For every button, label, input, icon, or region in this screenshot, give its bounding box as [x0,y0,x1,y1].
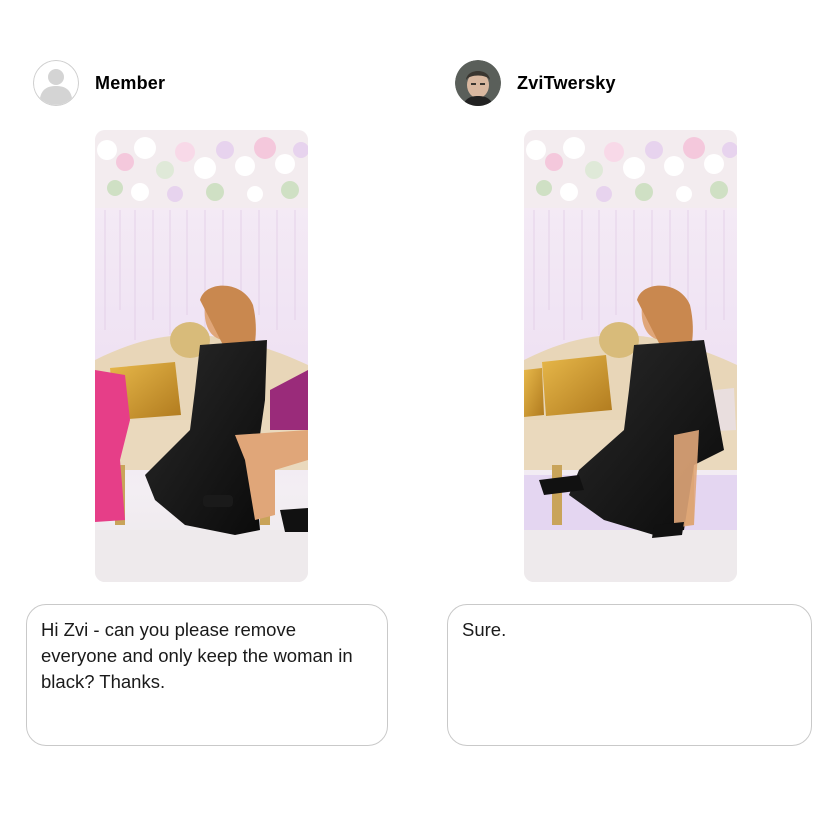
username[interactable]: ZviTwersky [517,73,616,94]
message-text: Sure. [462,619,507,640]
response-message-bubble: Sure. [447,604,812,746]
request-panel: Member Hi Zvi - can you please remove ev… [0,0,418,836]
request-message-bubble: Hi Zvi - can you please remove everyone … [26,604,388,746]
user-avatar-icon[interactable] [33,60,79,106]
user-header: ZviTwersky [455,60,616,106]
username[interactable]: Member [95,73,165,94]
response-panel: ZviTwersky Sure. [418,0,836,836]
profile-photo-avatar[interactable] [455,60,501,106]
message-text: Hi Zvi - can you please remove everyone … [41,619,353,692]
original-photo[interactable] [95,130,308,582]
edited-photo[interactable] [524,130,737,582]
user-header: Member [33,60,165,106]
